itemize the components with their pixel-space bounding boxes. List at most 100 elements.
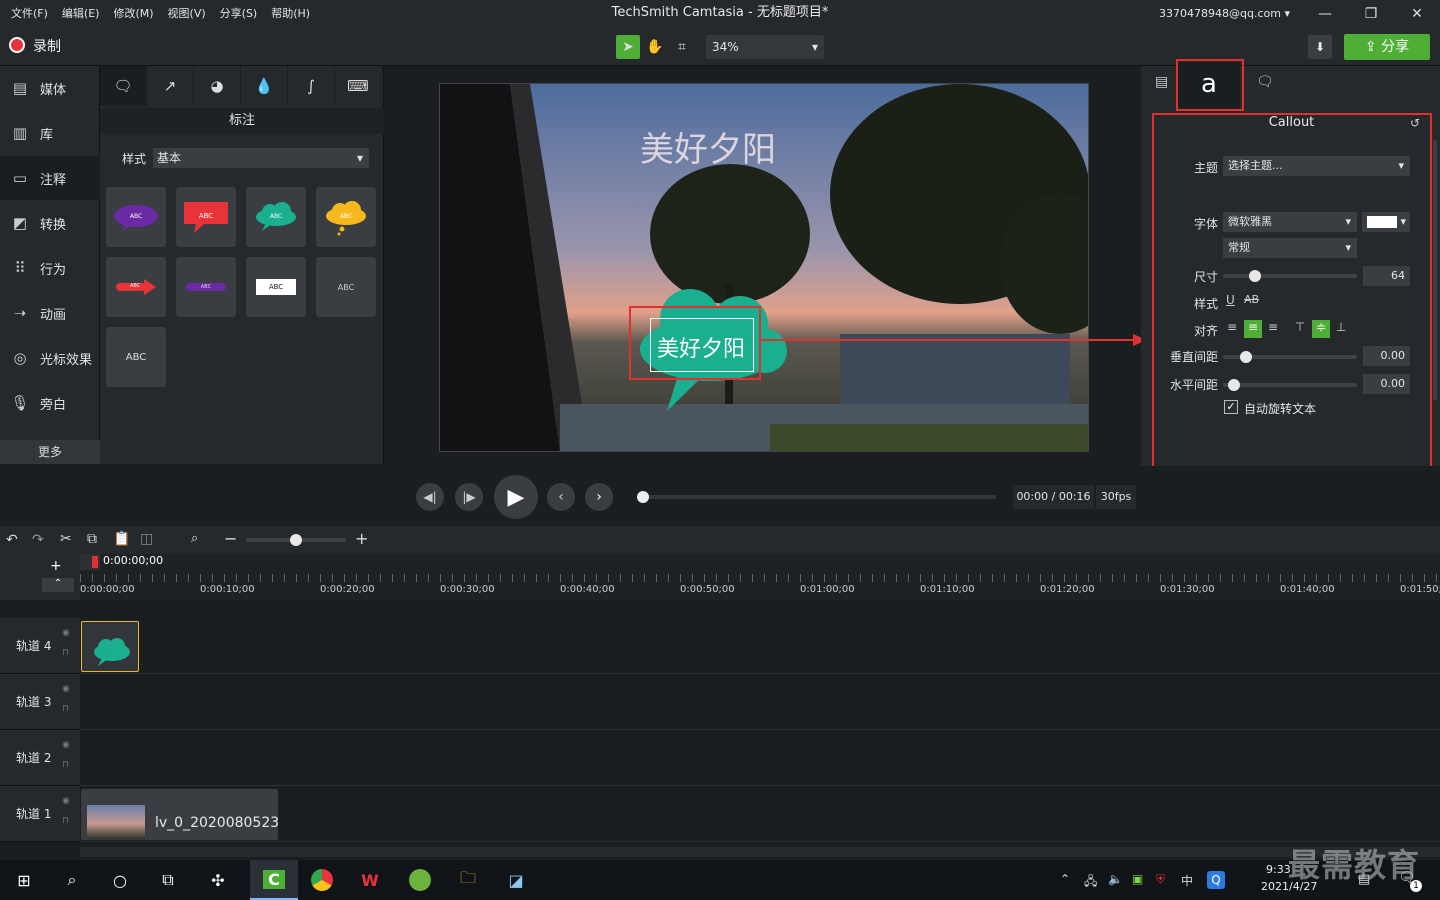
search-icon[interactable]: ⌕ — [191, 531, 198, 546]
eye-icon[interactable]: ◉ — [62, 684, 70, 694]
previous-button[interactable]: ‹ — [547, 483, 575, 511]
pan-tool[interactable]: ✋ — [643, 35, 667, 59]
callout-thumb-yellow-cloud[interactable]: ABC — [316, 187, 376, 247]
account-menu[interactable]: 3370478948@qq.com ▾ — [1159, 0, 1290, 28]
select-tool[interactable]: ➤ — [616, 35, 640, 59]
pinwheel-app-icon[interactable]: ✣ — [202, 866, 234, 894]
slider-knob[interactable] — [290, 534, 302, 546]
video-canvas[interactable]: 美好夕阳 美好夕阳 — [439, 83, 1089, 452]
tab-callouts[interactable]: 🗨 — [100, 66, 147, 106]
timeline-ruler[interactable]: 0:00:00;00 0:00:00;00 0:00:10;00 0:00:20… — [80, 554, 1440, 600]
zoom-select[interactable]: 34% ▾ — [706, 35, 824, 59]
scrubber-track[interactable] — [637, 491, 996, 503]
font-color-picker[interactable]: ▾ — [1362, 212, 1410, 232]
lock-icon[interactable]: ⊓ — [62, 816, 69, 826]
share-button[interactable]: ⇪ 分享 — [1344, 34, 1430, 60]
callout-thumb-purple-pill[interactable]: ABC — [176, 257, 236, 317]
track-header-2[interactable]: 轨道 2 ◉ ⊓ — [0, 730, 80, 786]
eye-icon[interactable]: ◉ — [62, 740, 70, 750]
align-right-icon[interactable]: ≡ — [1265, 320, 1281, 338]
sidebar-item-transitions[interactable]: ◩ 转换 — [0, 201, 100, 245]
download-button[interactable]: ⬇ — [1308, 35, 1332, 59]
paste-icon[interactable]: 📋 — [113, 531, 130, 547]
align-left-icon[interactable]: ≡ — [1224, 320, 1240, 338]
callout-thumb-text[interactable]: ABC — [316, 257, 376, 317]
play-button[interactable]: ▶ — [494, 475, 538, 519]
menu-help[interactable]: 帮助(H) — [264, 0, 317, 28]
zoom-out-icon[interactable]: − — [224, 529, 237, 548]
tab-text-properties[interactable]: a — [1178, 62, 1240, 110]
size-slider[interactable] — [1223, 270, 1357, 282]
step-back-button[interactable]: ◀| — [416, 483, 444, 511]
slider-knob[interactable] — [1249, 270, 1261, 282]
font-weight-select[interactable]: 常规 ▾ — [1223, 238, 1357, 258]
lock-icon[interactable]: ⊓ — [62, 648, 69, 658]
tab-shapes[interactable]: ◕ — [194, 66, 241, 106]
qq-icon[interactable]: Q — [1207, 871, 1225, 889]
split-icon[interactable]: ◫ — [140, 531, 153, 547]
style-select[interactable]: 基本 ▾ — [153, 148, 369, 168]
valign-top-icon[interactable]: ⊤ — [1292, 320, 1308, 338]
sidebar-item-cursor-effects[interactable]: ◎ 光标效果 — [0, 336, 100, 380]
callout-thumb-teal-cloud[interactable]: ABC — [246, 187, 306, 247]
align-center-icon[interactable]: ≡ — [1244, 320, 1262, 338]
eye-icon[interactable]: ◉ — [62, 796, 70, 806]
vspace-slider[interactable] — [1223, 351, 1357, 363]
security-icon[interactable]: ⛨ — [1156, 872, 1165, 887]
playhead-marker[interactable] — [80, 554, 100, 570]
video-clip[interactable]: lv_0_2020080523 — [81, 789, 278, 840]
search-icon[interactable]: ⌕ — [56, 866, 88, 894]
track-row-1[interactable] — [80, 786, 1440, 842]
notepad-icon[interactable]: ◪ — [500, 866, 532, 894]
eye-icon[interactable]: ◉ — [62, 628, 70, 638]
tab-visual-properties[interactable]: ▤ — [1155, 74, 1168, 90]
track-header-3[interactable]: 轨道 3 ◉ ⊓ — [0, 674, 80, 730]
lock-icon[interactable]: ⊓ — [62, 760, 69, 770]
valign-middle-icon[interactable]: ≑ — [1312, 320, 1330, 338]
callout-thumb-red-arrow[interactable]: ABC — [106, 257, 166, 317]
tab-callout-properties[interactable]: 🗨 — [1256, 74, 1274, 90]
next-button[interactable]: › — [585, 483, 613, 511]
file-explorer-icon[interactable]: 🗀 — [452, 866, 484, 894]
callout-thumb-plain[interactable]: ABC — [106, 327, 166, 387]
track-row-3[interactable] — [80, 674, 1440, 730]
record-icon[interactable] — [9, 37, 25, 53]
wps-icon[interactable]: W — [354, 866, 386, 894]
sidebar-item-behaviors[interactable]: ⠿ 行为 — [0, 246, 100, 290]
ime-indicator[interactable]: 中 — [1181, 872, 1193, 889]
timeline-zoom-slider[interactable] — [246, 534, 346, 546]
sidebar-item-narration[interactable]: 🎙 旁白 — [0, 381, 100, 425]
task-view-icon[interactable]: ⧉ — [152, 866, 184, 894]
cut-icon[interactable]: ✂ — [60, 531, 72, 547]
tab-keystroke[interactable]: ⌨ — [335, 66, 382, 106]
chrome-icon[interactable] — [306, 866, 338, 894]
theme-select[interactable]: 选择主题... ▾ — [1223, 156, 1410, 176]
scrubber-knob[interactable] — [637, 491, 649, 503]
track-header-1[interactable]: 轨道 1 ◉ ⊓ — [0, 786, 80, 842]
timeline-scrollbar[interactable] — [80, 847, 1440, 857]
sidebar-item-media[interactable]: ▤ 媒体 — [0, 66, 100, 110]
vspace-input[interactable]: 0.00 — [1363, 346, 1410, 366]
callout-thumb-white-box[interactable]: ABC — [246, 257, 306, 317]
melon-app-icon[interactable] — [404, 866, 436, 894]
redo-icon[interactable]: ↷ — [32, 532, 44, 548]
menu-share[interactable]: 分享(S) — [213, 0, 265, 28]
track-row-2[interactable] — [80, 730, 1440, 786]
font-select[interactable]: 微软雅黑 ▾ — [1223, 212, 1357, 232]
size-input[interactable]: 64 — [1363, 266, 1410, 286]
track-row-4[interactable] — [80, 618, 1440, 674]
windows-start-icon[interactable]: ⊞ — [8, 866, 40, 894]
maximize-button[interactable]: ❐ — [1348, 0, 1394, 28]
menu-edit[interactable]: 编辑(E) — [55, 0, 107, 28]
strikethrough-icon[interactable]: AB — [1244, 293, 1259, 306]
lock-icon[interactable]: ⊓ — [62, 704, 69, 714]
panel-scrollbar[interactable] — [1433, 140, 1437, 400]
reset-icon[interactable]: ↺ — [1410, 116, 1420, 130]
hspace-slider[interactable] — [1223, 379, 1357, 391]
title-text[interactable]: 美好夕阳 — [640, 122, 776, 171]
sidebar-item-animations[interactable]: ➝ 动画 — [0, 291, 100, 335]
collapse-button[interactable]: ⌃ — [42, 578, 74, 592]
menu-modify[interactable]: 修改(M) — [106, 0, 160, 28]
slider-knob[interactable] — [1228, 379, 1240, 391]
callout-thumb-red[interactable]: ABC — [176, 187, 236, 247]
